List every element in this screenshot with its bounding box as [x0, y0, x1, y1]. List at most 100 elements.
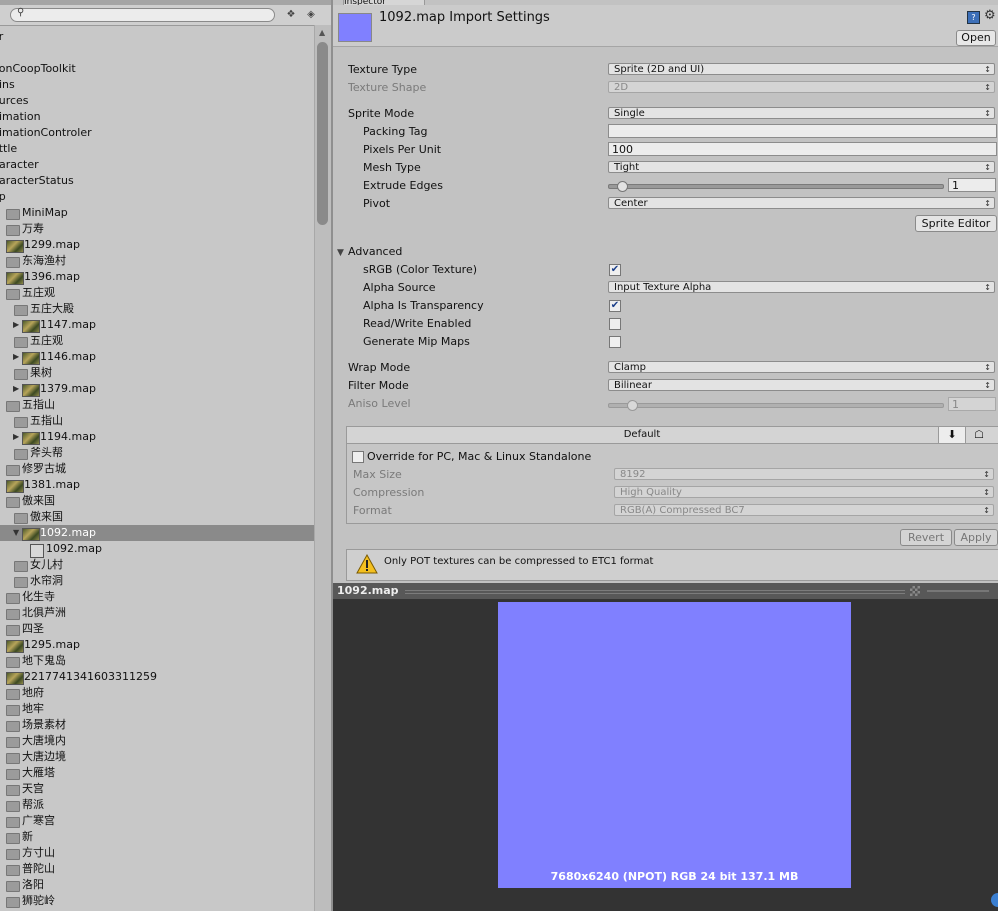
tree-row[interactable]: 水帘洞 [0, 573, 314, 589]
pixels-per-unit-field[interactable]: 100 [608, 142, 997, 156]
tree-row[interactable]: 五庄大殿 [0, 301, 314, 317]
tree-row[interactable]: 广寒宫 [0, 813, 314, 829]
tree-row[interactable]: 方寸山 [0, 845, 314, 861]
override-label: Override for PC, Mac & Linux Standalone [367, 450, 592, 463]
wrap-mode-dropdown[interactable]: Clamp [608, 361, 995, 374]
scrollbar-thumb[interactable] [317, 42, 328, 225]
help-icon[interactable]: ? [967, 11, 980, 24]
mesh-type-dropdown[interactable]: Tight [608, 161, 995, 174]
extrude-edges-slider[interactable] [608, 184, 944, 189]
tree-row[interactable]: 大雁塔 [0, 765, 314, 781]
tree-row[interactable]: 五指山 [0, 397, 314, 413]
tree-row[interactable]: 1299.map [0, 237, 314, 253]
texture-type-dropdown[interactable]: Sprite (2D and UI) [608, 63, 995, 76]
tree-row[interactable]: 北俱芦洲 [0, 605, 314, 621]
tree-row[interactable]: 新 [0, 829, 314, 845]
collapse-arrow-icon[interactable]: ▶ [13, 317, 19, 333]
advanced-foldout-arrow-icon[interactable]: ▼ [337, 245, 344, 258]
tree-row[interactable]: ▶ 1147.map [0, 317, 314, 333]
tree-row[interactable]: 傲来国 [0, 493, 314, 509]
project-scrollbar[interactable]: ▲ [314, 25, 332, 911]
tree-row[interactable]: 洛阳 [0, 877, 314, 893]
tree-row[interactable]: gins [0, 77, 314, 93]
tree-row[interactable]: 1381.map [0, 477, 314, 493]
tree-row[interactable]: ▶ 1146.map [0, 349, 314, 365]
tree-row[interactable]: 女儿村 [0, 557, 314, 573]
tree-row[interactable]: 帮派 [0, 797, 314, 813]
tree-row[interactable]: eonCoopToolkit [0, 61, 314, 77]
apply-button[interactable]: Apply [954, 529, 998, 546]
tree-row[interactable]: 地下鬼岛 [0, 653, 314, 669]
tree-row[interactable]: ▶ 1194.map [0, 429, 314, 445]
tree-row[interactable]: 2217741341603311259 [0, 669, 314, 685]
filter-mode-label: Filter Mode [348, 379, 409, 392]
filter-mode-dropdown[interactable]: Bilinear [608, 379, 995, 392]
tree-row[interactable]: haracterStatus [0, 173, 314, 189]
advanced-foldout[interactable]: Advanced [348, 245, 402, 258]
mip-level-slider[interactable] [927, 590, 989, 592]
tree-row[interactable]: 傲来国 [0, 509, 314, 525]
download-icon[interactable]: ⬇ [938, 427, 965, 443]
android-icon[interactable]: ☖ [965, 427, 992, 443]
gear-icon[interactable]: ⚙ [984, 8, 996, 23]
tree-row[interactable]: attle [0, 141, 314, 157]
expand-arrow-icon[interactable]: ▼ [13, 525, 19, 541]
packing-tag-field[interactable] [608, 124, 997, 138]
tree-row[interactable]: haracter [0, 157, 314, 173]
alpha-toggle-icon[interactable] [910, 586, 920, 596]
tree-row[interactable]: MiniMap [0, 205, 314, 221]
collapse-arrow-icon[interactable]: ▶ [13, 381, 19, 397]
tree-row[interactable]: 地牢 [0, 701, 314, 717]
tree-row[interactable]: 天宫 [0, 781, 314, 797]
open-button[interactable]: Open [956, 30, 996, 46]
alpha-is-transparency-checkbox[interactable]: ✔ [609, 300, 621, 312]
extrude-edges-field[interactable]: 1 [948, 178, 996, 192]
tree-row[interactable]: 东海渔村 [0, 253, 314, 269]
tree-row[interactable]: 四圣 [0, 621, 314, 637]
tree-row[interactable]: 1295.map [0, 637, 314, 653]
collapse-arrow-icon[interactable]: ▶ [13, 429, 19, 445]
tree-row[interactable]: 狮驼岭 [0, 893, 314, 909]
tree-row[interactable]: 1092.map [0, 541, 314, 558]
sprite-editor-button[interactable]: Sprite Editor [915, 215, 997, 232]
pivot-dropdown[interactable]: Center [608, 197, 995, 210]
scroll-up-icon[interactable]: ▲ [319, 28, 325, 37]
tree-row[interactable]: ▼ 1092.map [0, 525, 314, 541]
project-search-input[interactable]: ⚲ [10, 7, 275, 22]
srgb-checkbox[interactable]: ✔ [609, 264, 621, 276]
tree-row[interactable]: 1396.map [0, 269, 314, 285]
tree-row[interactable]: 五庄观 [0, 333, 314, 349]
extrude-edges-slider-knob[interactable] [617, 181, 628, 192]
revert-button[interactable]: Revert [900, 529, 952, 546]
tree-row[interactable]: or [0, 29, 314, 45]
tree-row[interactable]: 地府 [0, 685, 314, 701]
platform-tab-default[interactable]: Default [347, 427, 937, 443]
filter-by-label-icon[interactable]: ◈ [302, 8, 320, 22]
tree-row[interactable]: 普陀山 [0, 861, 314, 877]
tree-row[interactable]: 大唐境内 [0, 733, 314, 749]
generate-mip-maps-checkbox[interactable] [609, 336, 621, 348]
tree-row[interactable]: nimationControler [0, 125, 314, 141]
tree-row[interactable]: 五指山 [0, 413, 314, 429]
tree-row[interactable]: 大唐边境 [0, 749, 314, 765]
override-checkbox[interactable] [352, 451, 364, 463]
tree-row-label: 修罗古城 [22, 462, 66, 475]
tree-row[interactable]: ▶ 1379.map [0, 381, 314, 397]
tree-row[interactable]: 万寿 [0, 221, 314, 237]
tree-row[interactable]: 果树 [0, 365, 314, 381]
read-write-checkbox[interactable] [609, 318, 621, 330]
tree-row[interactable]: 斧头帮 [0, 445, 314, 461]
tree-row[interactable]: ources [0, 93, 314, 109]
preview-drag-bar[interactable] [405, 590, 905, 594]
filter-by-type-icon[interactable]: ❖ [282, 8, 300, 22]
tree-row[interactable]: 化生寺 [0, 589, 314, 605]
tree-row[interactable]: 修罗古城 [0, 461, 314, 477]
tree-row[interactable]: nimation [0, 109, 314, 125]
sprite-mode-dropdown[interactable]: Single [608, 107, 995, 120]
collapse-arrow-icon[interactable]: ▶ [13, 349, 19, 365]
alpha-source-dropdown[interactable]: Input Texture Alpha [608, 281, 995, 294]
tree-row[interactable]: 五庄观 [0, 285, 314, 301]
tree-row[interactable]: ap [0, 189, 314, 205]
tree-row[interactable]: 场景素材 [0, 717, 314, 733]
tree-row[interactable]: t [0, 45, 314, 61]
